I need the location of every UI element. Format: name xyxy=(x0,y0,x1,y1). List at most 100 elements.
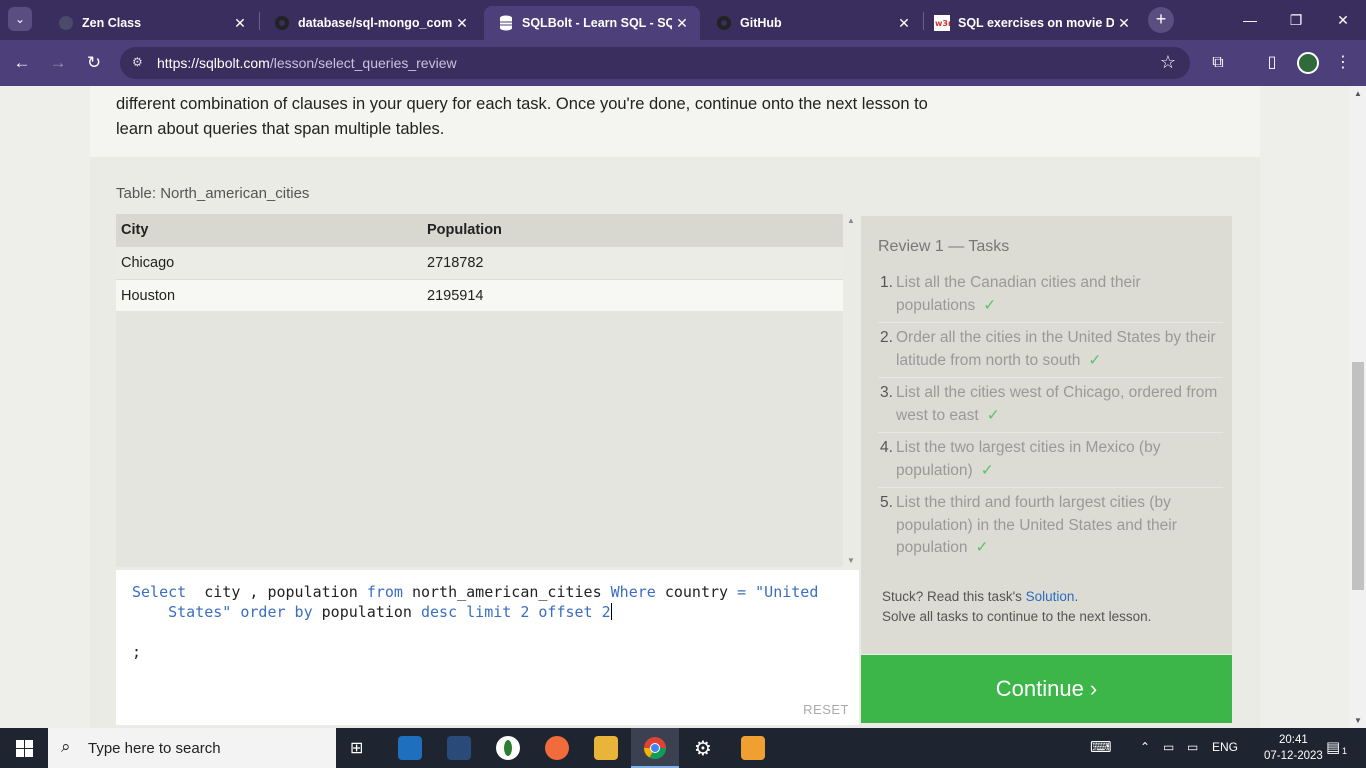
tab-zen-class[interactable]: Zen Class ✕ xyxy=(44,6,258,40)
lesson-intro: different combination of clauses in your… xyxy=(90,86,1260,157)
forward-icon[interactable]: → xyxy=(47,52,69,74)
page-scrollbar[interactable]: ▲ ▼ xyxy=(1350,86,1366,728)
tab-sqlbolt[interactable]: SQLBolt - Learn SQL - SQL F ✕ xyxy=(484,6,700,40)
battery-icon[interactable]: ▭ xyxy=(1187,740,1198,754)
check-icon: ✓ xyxy=(975,539,989,556)
stuck-note: Stuck? Read this task's Solution. Solve … xyxy=(882,587,1151,627)
page: different combination of clauses in your… xyxy=(0,86,1350,728)
reload-icon[interactable]: ↻ xyxy=(83,52,105,74)
tab-title: database/sql-mongo_comp xyxy=(298,16,452,30)
check-icon: ✓ xyxy=(986,406,1000,424)
file-explorer-icon[interactable] xyxy=(594,736,618,760)
close-icon[interactable]: ✕ xyxy=(452,15,472,32)
restore-button[interactable]: ❐ xyxy=(1273,0,1319,40)
search-placeholder: Type here to search xyxy=(88,740,221,757)
new-tab-button[interactable]: + xyxy=(1148,7,1174,33)
table-cell: 2195914 xyxy=(427,288,484,304)
mysql-workbench-icon[interactable] xyxy=(447,736,471,760)
tab-search-button[interactable]: ⌄ xyxy=(8,7,32,31)
solve-note: Solve all tasks to continue to the next … xyxy=(882,609,1152,624)
scroll-down-icon[interactable]: ▼ xyxy=(847,556,855,565)
language-indicator[interactable]: ENG xyxy=(1212,740,1238,754)
settings-gear-icon[interactable]: ⚙ xyxy=(694,736,712,761)
tab-github[interactable]: GitHub ✕ xyxy=(702,6,922,40)
table-row: Houston 2195914 xyxy=(116,279,843,311)
tasks-heading: Review 1 — Tasks xyxy=(878,238,1010,255)
address-bar[interactable]: ⚙ https://sqlbolt.com/lesson/select_quer… xyxy=(120,47,1190,79)
zen-class-icon xyxy=(58,15,74,31)
windows-start-icon[interactable] xyxy=(0,728,48,768)
menu-kebab-icon[interactable]: ⋮ xyxy=(1332,52,1354,74)
tab-w3resource[interactable]: w3r SQL exercises on movie Dat ✕ xyxy=(920,6,1142,40)
task-number: 4. xyxy=(880,439,893,456)
table-header-row: City Population xyxy=(116,214,843,247)
table-scrollbar[interactable]: ▲ ▼ xyxy=(846,214,856,567)
sql-code[interactable]: Select city , population from north_amer… xyxy=(132,582,844,662)
exercise-panel: Table: North_american_cities City Popula… xyxy=(90,157,1260,728)
side-panel-icon[interactable]: ▯ xyxy=(1261,52,1283,74)
table-cell: Houston xyxy=(121,288,176,304)
scrollbar-thumb[interactable] xyxy=(1352,362,1364,590)
chrome-taskbar-button[interactable] xyxy=(631,728,679,768)
reset-button[interactable]: RESET xyxy=(803,702,849,717)
clock[interactable]: 20:41 07-12-2023 xyxy=(1264,732,1323,764)
github-icon xyxy=(274,15,290,31)
task-text: List all the Canadian cities and their p… xyxy=(896,274,1141,314)
task-text: List the two largest cities in Mexico (b… xyxy=(896,439,1161,479)
results-table: City Population Chicago 2718782 Houston … xyxy=(116,214,843,567)
close-icon[interactable]: ✕ xyxy=(894,15,914,32)
check-icon: ✓ xyxy=(980,461,994,479)
task-text: List the third and fourth largest cities… xyxy=(896,494,1177,556)
close-icon[interactable]: ✕ xyxy=(672,15,692,32)
url-text[interactable]: https://sqlbolt.com/lesson/select_querie… xyxy=(157,55,457,71)
sql-editor[interactable]: Select city , population from north_amer… xyxy=(116,570,859,725)
stuck-suffix: . xyxy=(1074,589,1079,604)
scroll-down-icon[interactable]: ▼ xyxy=(1354,716,1362,725)
chevron-up-icon[interactable]: ⌃ xyxy=(1140,740,1150,754)
close-icon[interactable]: ✕ xyxy=(230,15,250,32)
task-view-icon[interactable]: ⊞ xyxy=(350,738,363,758)
back-icon[interactable]: ← xyxy=(11,52,33,74)
tab-github-repo[interactable]: database/sql-mongo_comp ✕ xyxy=(260,6,480,40)
mongodb-compass-icon[interactable] xyxy=(496,736,520,760)
window-close-button[interactable]: ✕ xyxy=(1320,0,1366,40)
profile-avatar[interactable] xyxy=(1297,52,1319,74)
clock-date: 07-12-2023 xyxy=(1264,750,1323,762)
minimize-button[interactable]: — xyxy=(1227,0,1273,40)
network-icon[interactable]: ▭ xyxy=(1163,740,1174,754)
clock-time: 20:41 xyxy=(1279,734,1308,746)
site-info-icon[interactable]: ⚙ xyxy=(132,55,148,71)
tab-title: SQLBolt - Learn SQL - SQL F xyxy=(522,16,672,30)
task-item: 4. List the two largest cities in Mexico … xyxy=(878,433,1223,488)
tab-title: GitHub xyxy=(740,16,782,30)
table-cell: Chicago xyxy=(121,255,175,271)
continue-button[interactable]: Continue › xyxy=(861,655,1232,723)
extensions-icon[interactable]: ⧉ xyxy=(1207,52,1229,74)
table-title: Table: North_american_cities xyxy=(116,185,310,202)
task-text: List all the cities west of Chicago, ord… xyxy=(896,384,1218,424)
bookmark-star-icon[interactable]: ☆ xyxy=(1160,52,1176,73)
task-list: 1. List all the Canadian cities and their… xyxy=(878,268,1223,565)
table-row: Chicago 2718782 xyxy=(116,247,843,279)
postman-icon[interactable] xyxy=(545,736,569,760)
task-item: 3. List all the cities west of Chicago, o… xyxy=(878,378,1223,433)
store-icon[interactable] xyxy=(741,736,765,760)
sql-terminator: ; xyxy=(132,643,142,661)
task-number: 3. xyxy=(880,384,893,401)
scroll-up-icon[interactable]: ▲ xyxy=(847,216,855,225)
vscode-icon[interactable] xyxy=(398,736,422,760)
taskbar-search-box[interactable]: ⌕ Type here to search xyxy=(48,728,336,768)
notifications-icon[interactable]: ▤ xyxy=(1326,738,1340,756)
notification-count: 1 xyxy=(1342,746,1348,756)
task-number: 2. xyxy=(880,329,893,346)
task-text: Order all the cities in the United State… xyxy=(896,329,1216,369)
check-icon: ✓ xyxy=(1088,351,1102,369)
column-header-city: City xyxy=(121,222,149,238)
solution-link[interactable]: Solution xyxy=(1026,589,1075,604)
task-item: 5. List the third and fourth largest citi… xyxy=(878,488,1223,565)
tab-title: Zen Class xyxy=(82,16,142,30)
scroll-up-icon[interactable]: ▲ xyxy=(1354,89,1362,98)
task-number: 1. xyxy=(880,274,893,291)
close-icon[interactable]: ✕ xyxy=(1114,15,1134,32)
keyboard-icon[interactable]: ⌨ xyxy=(1090,738,1112,756)
